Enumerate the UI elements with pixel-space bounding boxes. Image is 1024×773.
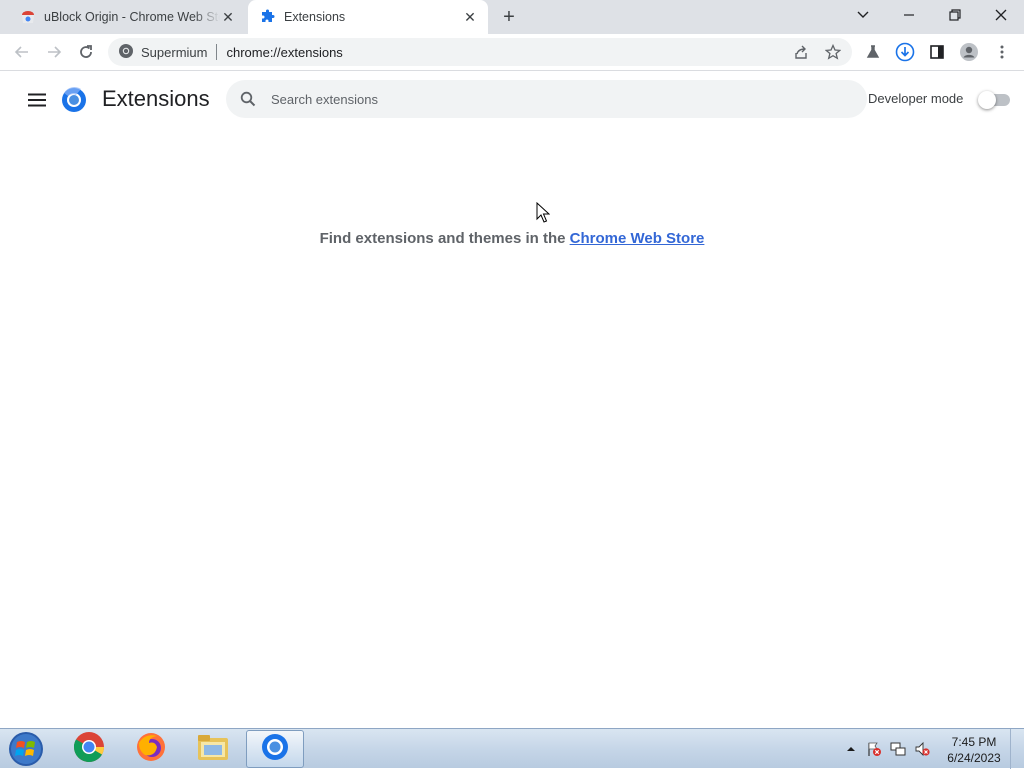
taskbar-chrome[interactable] — [60, 730, 118, 768]
forward-icon[interactable] — [40, 38, 68, 66]
firefox-icon — [135, 731, 167, 768]
page-title: Extensions — [102, 86, 210, 111]
more-menu-icon[interactable] — [988, 38, 1016, 66]
show-desktop-button[interactable] — [1010, 729, 1024, 769]
minimize-icon[interactable] — [886, 0, 932, 30]
omnibox-divider — [216, 44, 218, 60]
bookmark-star-icon[interactable] — [819, 38, 847, 66]
developer-mode-toggle[interactable] — [978, 90, 1010, 110]
file-explorer-icon — [196, 732, 230, 767]
share-icon[interactable] — [787, 38, 815, 66]
taskbar-file-explorer[interactable] — [184, 730, 242, 768]
mouse-pointer-icon — [536, 201, 551, 224]
close-window-icon[interactable] — [978, 0, 1024, 30]
extensions-header: Extensions Developer mode — [0, 72, 1024, 128]
search-input[interactable] — [271, 91, 831, 107]
tab-extensions[interactable]: Extensions ✕ — [248, 0, 488, 34]
chrome-web-store-link[interactable]: Chrome Web Store — [570, 230, 705, 247]
action-center-flag-icon[interactable] — [866, 741, 882, 757]
close-tab-icon[interactable]: ✕ — [220, 9, 236, 25]
taskbar-firefox[interactable] — [122, 730, 180, 768]
hamburger-menu-icon[interactable] — [25, 88, 49, 112]
address-bar[interactable]: Supermium chrome://extensions — [108, 38, 852, 66]
empty-state-message: Find extensions and themes in the Chrome… — [0, 230, 1024, 247]
puzzle-piece-icon — [260, 9, 276, 25]
tab-strip: uBlock Origin - Chrome Web Store ✕ Exten… — [0, 0, 1024, 34]
clock-date: 6/24/2023 — [947, 751, 1001, 765]
windows-taskbar: 7:45 PM 6/24/2023 — [0, 728, 1024, 769]
chrome-icon — [73, 731, 105, 768]
empty-state-text: Find extensions and themes in the — [319, 230, 570, 247]
toggle-knob — [978, 91, 996, 109]
search-extensions-field[interactable] — [226, 80, 867, 118]
taskbar-supermium[interactable] — [246, 730, 304, 768]
new-tab-button[interactable]: + — [498, 6, 520, 28]
show-hidden-icons-icon[interactable] — [843, 741, 859, 757]
close-tab-icon[interactable]: ✕ — [462, 9, 478, 25]
tab-ublock-origin[interactable]: uBlock Origin - Chrome Web Store ✕ — [8, 0, 246, 34]
tab-title: Extensions — [284, 10, 346, 24]
side-panel-icon[interactable] — [923, 38, 951, 66]
restore-icon[interactable] — [932, 0, 978, 30]
chrome-web-store-icon — [20, 9, 36, 25]
supermium-logo-icon — [61, 87, 87, 113]
tab-title: uBlock Origin - Chrome Web Store — [44, 10, 220, 24]
back-icon[interactable] — [8, 38, 36, 66]
network-icon[interactable] — [890, 741, 906, 757]
browser-toolbar: Supermium chrome://extensions — [0, 34, 1024, 71]
reload-icon[interactable] — [72, 38, 100, 66]
developer-mode-label: Developer mode — [868, 91, 964, 106]
tab-search-icon[interactable] — [840, 0, 886, 30]
site-label: Supermium — [141, 44, 208, 60]
download-icon[interactable] — [891, 38, 919, 66]
profile-avatar-icon[interactable] — [955, 38, 983, 66]
search-icon — [238, 89, 258, 109]
supermium-icon — [118, 43, 134, 62]
labs-flask-icon[interactable] — [859, 38, 887, 66]
start-button[interactable] — [6, 730, 46, 768]
system-clock[interactable]: 7:45 PM 6/24/2023 — [940, 734, 1008, 766]
clock-time: 7:45 PM — [951, 735, 997, 749]
supermium-icon — [260, 732, 290, 767]
url-text[interactable]: chrome://extensions — [226, 45, 342, 60]
site-info-chip[interactable]: Supermium — [108, 43, 207, 62]
volume-muted-icon[interactable] — [914, 741, 930, 757]
